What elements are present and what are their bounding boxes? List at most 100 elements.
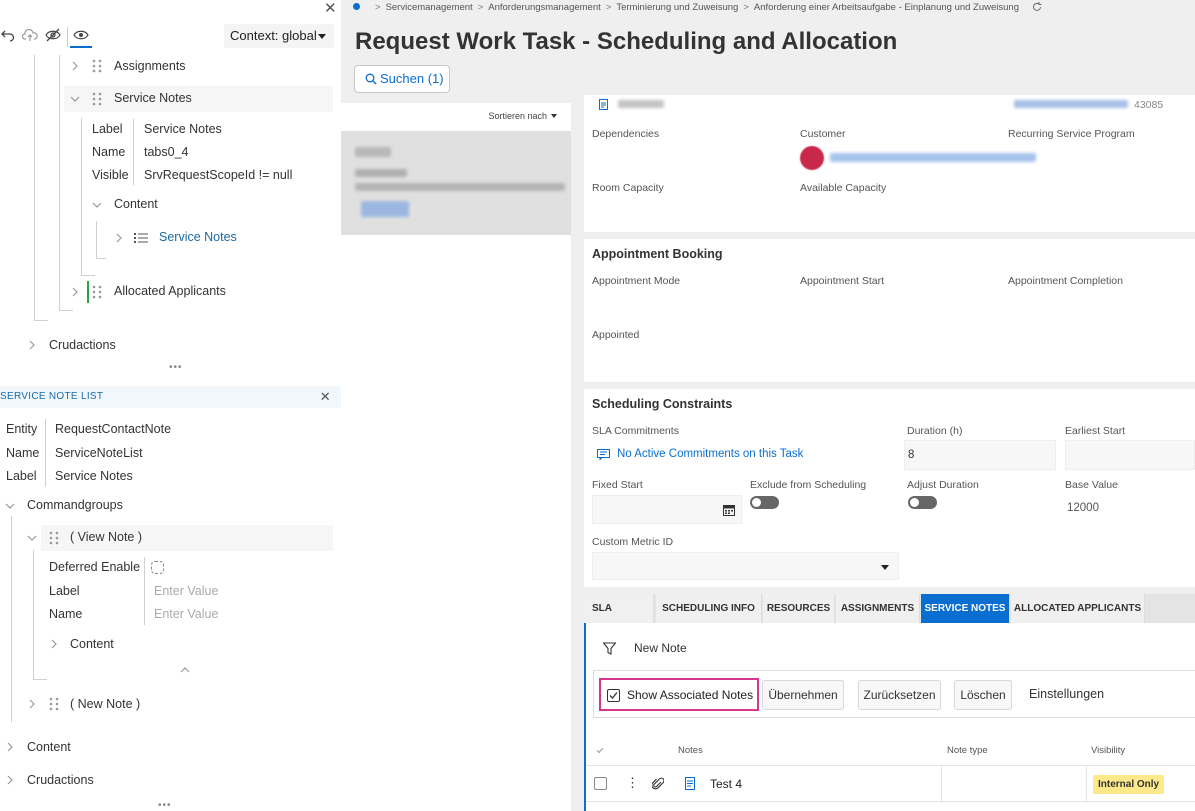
chevron-right-icon[interactable] — [70, 61, 80, 71]
column-header-visibility[interactable]: Visibility — [1091, 745, 1125, 756]
chevron-down-icon[interactable] — [70, 94, 80, 104]
tab-service-notes[interactable]: SERVICE NOTES — [921, 594, 1010, 623]
tree-node-commandgroups[interactable]: Commandgroups — [27, 498, 123, 512]
refresh-icon[interactable] — [1032, 2, 1042, 12]
drag-handle-icon[interactable] — [92, 285, 102, 299]
filter-icon[interactable] — [603, 642, 616, 655]
chevron-right-icon[interactable] — [70, 287, 80, 297]
prop-value[interactable]: Service Notes — [144, 122, 222, 136]
row-checkbox[interactable] — [594, 777, 607, 790]
cell-divider — [941, 766, 942, 803]
eye-off-icon[interactable] — [45, 28, 61, 44]
breadcrumb-item[interactable]: Servicemanagement — [386, 2, 473, 13]
breadcrumb-item[interactable]: Anforderungsmanagement — [488, 2, 601, 13]
list-item[interactable] — [341, 131, 571, 235]
select-all-icon[interactable] — [596, 747, 604, 754]
tree-node-new-note[interactable]: ( New Note ) — [70, 697, 140, 711]
name-value-input[interactable]: Enter Value — [154, 607, 218, 621]
chevron-right-icon[interactable] — [27, 340, 37, 350]
earliest-start-input[interactable] — [1065, 440, 1195, 470]
base-value: 12000 — [1067, 502, 1099, 514]
chevron-right-icon[interactable] — [5, 775, 15, 785]
tree-node-service-notes-list[interactable]: Service Notes — [159, 230, 237, 244]
chevron-right-icon[interactable] — [27, 699, 37, 709]
tab-sla[interactable]: SLA — [584, 594, 654, 623]
prop-value[interactable]: SrvRequestScopeId != null — [144, 168, 292, 182]
adjust-duration-toggle[interactable] — [908, 496, 937, 509]
sla-commitments-link[interactable]: No Active Commitments on this Task — [617, 448, 803, 460]
reset-button[interactable]: Zurücksetzen — [858, 680, 941, 710]
prop-value[interactable]: Service Notes — [55, 469, 133, 483]
breadcrumb-item[interactable]: Anforderung einer Arbeitsaufgabe - Einpl… — [754, 2, 1019, 13]
prop-value[interactable]: RequestContactNote — [55, 422, 171, 436]
drag-handle-icon[interactable] — [49, 531, 59, 545]
undo-icon[interactable] — [1, 28, 17, 44]
tree-node-crudactions[interactable]: Crudactions — [49, 338, 116, 352]
tree-node-service-notes[interactable]: Service Notes — [114, 91, 192, 105]
tree-node-service-notes-row[interactable] — [64, 86, 333, 112]
drag-handle-icon[interactable] — [49, 697, 59, 711]
context-select[interactable]: Context: global — [224, 24, 334, 48]
base-value-label: Base Value — [1065, 479, 1118, 491]
prop-key: Visible — [92, 168, 129, 182]
exclude-from-scheduling-toggle[interactable] — [750, 496, 779, 509]
breadcrumb-item[interactable]: Terminierung und Zuweisung — [616, 2, 738, 13]
redacted-customer-link[interactable] — [830, 153, 1036, 162]
chevron-right-icon[interactable] — [5, 742, 15, 752]
resize-handle[interactable]: ••• — [169, 362, 183, 373]
column-header-note-type[interactable]: Note type — [947, 745, 988, 756]
tab-allocated-applicants[interactable]: ALLOCATED APPLICANTS — [1011, 594, 1145, 623]
tab-scheduling-info[interactable]: SCHEDULING INFO — [656, 594, 762, 623]
chevron-up-icon[interactable] — [180, 666, 190, 674]
tab-resources[interactable]: RESOURCES — [763, 594, 835, 623]
cloud-upload-icon[interactable] — [22, 28, 38, 44]
deferred-enable-checkbox[interactable] — [151, 561, 164, 574]
chevron-down-icon[interactable] — [5, 501, 15, 511]
tab-assignments[interactable]: ASSIGNMENTS — [836, 594, 920, 623]
chevron-right-icon[interactable] — [114, 233, 124, 243]
column-header-notes[interactable]: Notes — [678, 745, 703, 756]
tree-node-content[interactable]: Content — [70, 637, 114, 651]
tree-node-content-bottom[interactable]: Content — [27, 740, 71, 754]
tree-node-view-note[interactable]: ( View Note ) — [70, 530, 142, 544]
prop-value[interactable]: tabs0_4 — [144, 145, 188, 159]
custom-metric-id-select[interactable] — [592, 552, 899, 580]
fixed-start-input[interactable] — [592, 495, 742, 524]
tree-guide-corner — [34, 320, 48, 321]
apply-button[interactable]: Übernehmen — [762, 680, 844, 710]
show-associated-notes-toggle[interactable]: Show Associated Notes — [599, 678, 759, 711]
sort-dropdown[interactable]: Sortieren nach — [488, 111, 557, 121]
close-icon[interactable]: ✕ — [320, 386, 331, 408]
chevron-right-icon[interactable] — [49, 639, 59, 649]
resize-handle[interactable]: ••• — [158, 800, 172, 811]
settings-button[interactable]: Einstellungen — [1029, 680, 1119, 710]
chevron-down-icon[interactable] — [27, 533, 37, 543]
duration-input[interactable]: 8 — [904, 440, 1056, 470]
tree-guide — [33, 550, 34, 680]
show-associated-notes-checkbox[interactable] — [607, 689, 620, 702]
label-value-input[interactable]: Enter Value — [154, 584, 218, 598]
drag-handle-icon[interactable] — [92, 59, 102, 73]
home-icon[interactable] — [353, 3, 360, 10]
tree-node-allocated-applicants[interactable]: Allocated Applicants — [114, 284, 226, 298]
attachment-icon[interactable] — [652, 777, 664, 791]
more-options-icon[interactable]: ⋮ — [626, 776, 639, 790]
prop-divider — [133, 119, 134, 185]
close-icon[interactable]: ✕ — [324, 0, 337, 17]
tree-node-assignments[interactable]: Assignments — [114, 59, 186, 73]
prop-divider — [144, 557, 145, 625]
chevron-down-icon[interactable] — [92, 200, 102, 210]
avatar[interactable] — [800, 146, 824, 170]
eye-icon[interactable] — [73, 28, 89, 44]
delete-button[interactable]: Löschen — [954, 680, 1012, 710]
tree-node-crudactions-bottom[interactable]: Crudactions — [27, 773, 94, 787]
adjust-duration-label: Adjust Duration — [907, 479, 979, 491]
table-row[interactable]: ⋮ Test 4 Internal Only — [586, 765, 1195, 803]
drag-handle-icon[interactable] — [92, 92, 102, 106]
calendar-icon[interactable] — [723, 504, 735, 516]
search-button[interactable]: Suchen (1) — [354, 65, 450, 93]
prop-value[interactable]: ServiceNoteList — [55, 446, 143, 460]
new-note-button[interactable]: New Note — [634, 634, 704, 664]
note-title[interactable]: Test 4 — [710, 777, 742, 791]
tree-node-content[interactable]: Content — [114, 197, 158, 211]
